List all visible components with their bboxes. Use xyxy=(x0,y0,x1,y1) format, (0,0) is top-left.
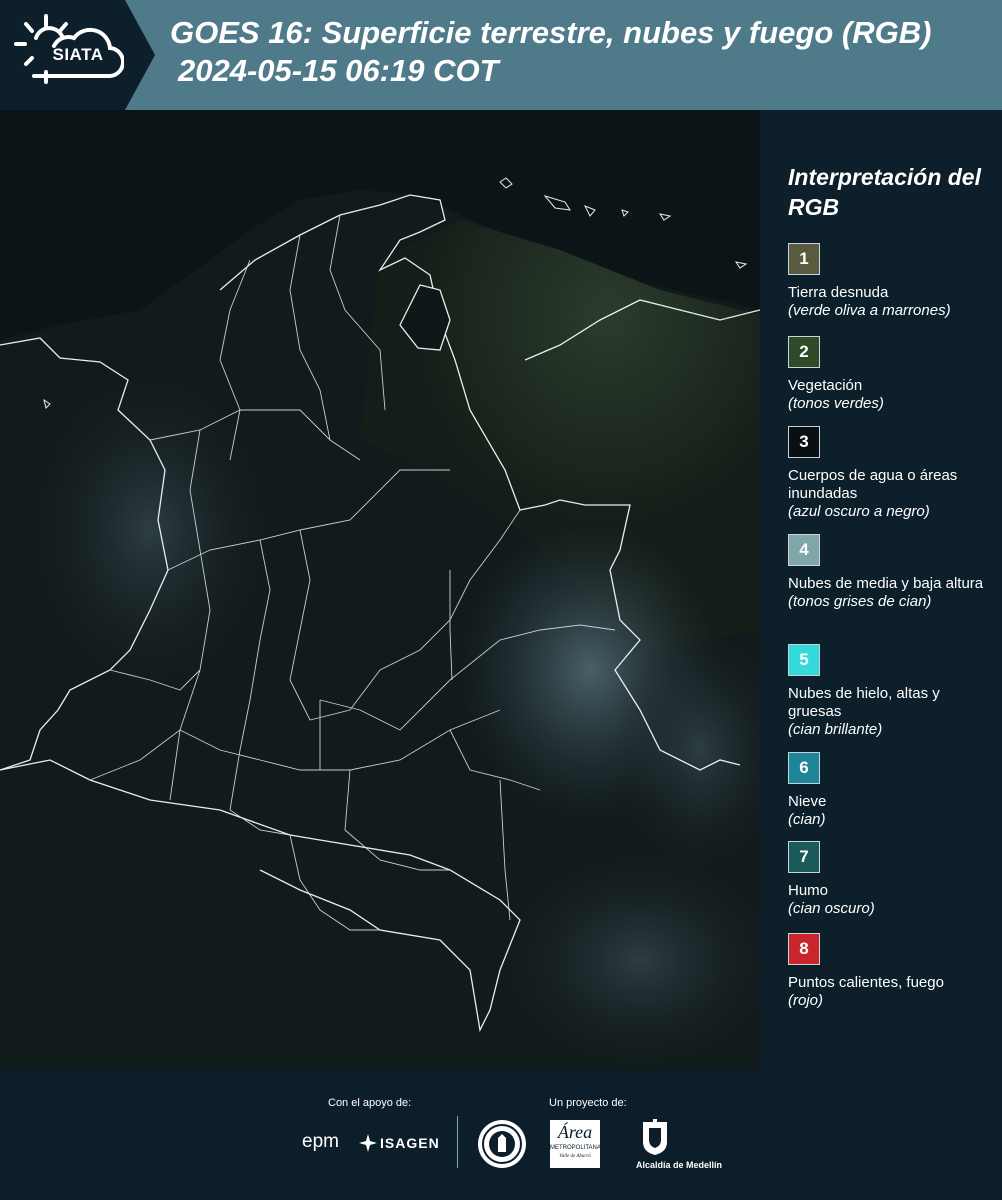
legend-item-bare-soil: 1 Tierra desnuda (verde oliva a marrones… xyxy=(788,243,993,320)
legend-swatch: 1 xyxy=(788,243,820,275)
legend-swatch: 4 xyxy=(788,534,820,566)
legend-item-sublabel: (cian oscuro) xyxy=(788,900,875,917)
legend-item-smoke: 7 Humo (cian oscuro) xyxy=(788,841,993,918)
legend-panel: Interpretación del RGB 1 Tierra desnuda … xyxy=(760,110,1002,1070)
legend-swatch: 3 xyxy=(788,426,820,458)
legend-item-label: Puntos calientes, fuego xyxy=(788,974,944,991)
legend-item-label: Nubes de media y baja altura xyxy=(788,575,984,592)
isagen-star-icon xyxy=(359,1134,377,1152)
area-tagline: Valle de Aburrá xyxy=(559,1154,591,1159)
header-bar: SIATA GOES 16: Superficie terrestre, nub… xyxy=(0,0,1002,110)
project-label: Un proyecto de: xyxy=(549,1097,627,1109)
legend-item-label: Nubes de hielo, altas y gruesas xyxy=(788,685,940,720)
seal-icon xyxy=(478,1120,526,1168)
legend-item-ice-clouds: 5 Nubes de hielo, altas y gruesas (cian … xyxy=(788,644,993,739)
legend-item-label: Cuerpos de agua o áreas inundadas xyxy=(788,467,958,502)
area-metropolitana-logo: Área METROPOLITANA Valle de Aburrá xyxy=(550,1120,601,1168)
footer-divider xyxy=(457,1116,458,1168)
legend-item-label: Tierra desnuda xyxy=(788,284,889,301)
epm-logo: epm xyxy=(302,1131,339,1152)
legend-item-vegetation: 2 Vegetación (tonos verdes) xyxy=(788,336,993,413)
isagen-logo: ISAGEN xyxy=(380,1135,440,1151)
legend-item-snow: 6 Nieve (cian) xyxy=(788,752,993,829)
logo-text: SIATA xyxy=(52,45,104,64)
satellite-map xyxy=(0,110,760,1070)
legend-swatch: 7 xyxy=(788,841,820,873)
legend-item-sublabel: (tonos grises de cian) xyxy=(788,593,932,610)
legend-item-water: 3 Cuerpos de agua o áreas inundadas (azu… xyxy=(788,426,993,521)
area-name: Área xyxy=(557,1122,593,1142)
legend-title: Interpretación del RGB xyxy=(788,164,981,220)
legend-swatch: 8 xyxy=(788,933,820,965)
legend-item-label: Humo xyxy=(788,882,829,899)
title-line-1: GOES 16: Superficie terrestre, nubes y f… xyxy=(170,15,932,50)
legend-item-low-clouds: 4 Nubes de media y baja altura (tonos gr… xyxy=(788,534,993,611)
page-title: GOES 16: Superficie terrestre, nubes y f… xyxy=(170,14,931,90)
medellin-label: Alcaldía de Medellín xyxy=(636,1160,723,1170)
siata-logo: SIATA xyxy=(0,0,155,110)
medellin-crest-icon xyxy=(643,1119,667,1155)
legend-swatch: 2 xyxy=(788,336,820,368)
legend-item-sublabel: (verde oliva a marrones) xyxy=(788,302,951,319)
title-line-2: 2024-05-15 06:19 COT xyxy=(178,53,499,88)
legend-item-label: Nieve xyxy=(788,793,827,810)
legend-item-sublabel: (tonos verdes) xyxy=(788,395,884,412)
footer: Con el apoyo de: Un proyecto de: epm ISA… xyxy=(0,1070,1002,1200)
legend-swatch: 6 xyxy=(788,752,820,784)
legend-item-sublabel: (rojo) xyxy=(788,992,824,1009)
legend-item-sublabel: (azul oscuro a negro) xyxy=(788,503,930,520)
legend-item-sublabel: (cian) xyxy=(788,811,826,828)
legend-item-hotspots: 8 Puntos calientes, fuego (rojo) xyxy=(788,933,993,1010)
support-label: Con el apoyo de: xyxy=(328,1097,412,1109)
legend-swatch: 5 xyxy=(788,644,820,676)
legend-item-sublabel: (cian brillante) xyxy=(788,721,883,738)
satellite-image xyxy=(0,110,760,1070)
area-subtitle: METROPOLITANA xyxy=(550,1145,601,1151)
legend-item-label: Vegetación xyxy=(788,377,863,394)
